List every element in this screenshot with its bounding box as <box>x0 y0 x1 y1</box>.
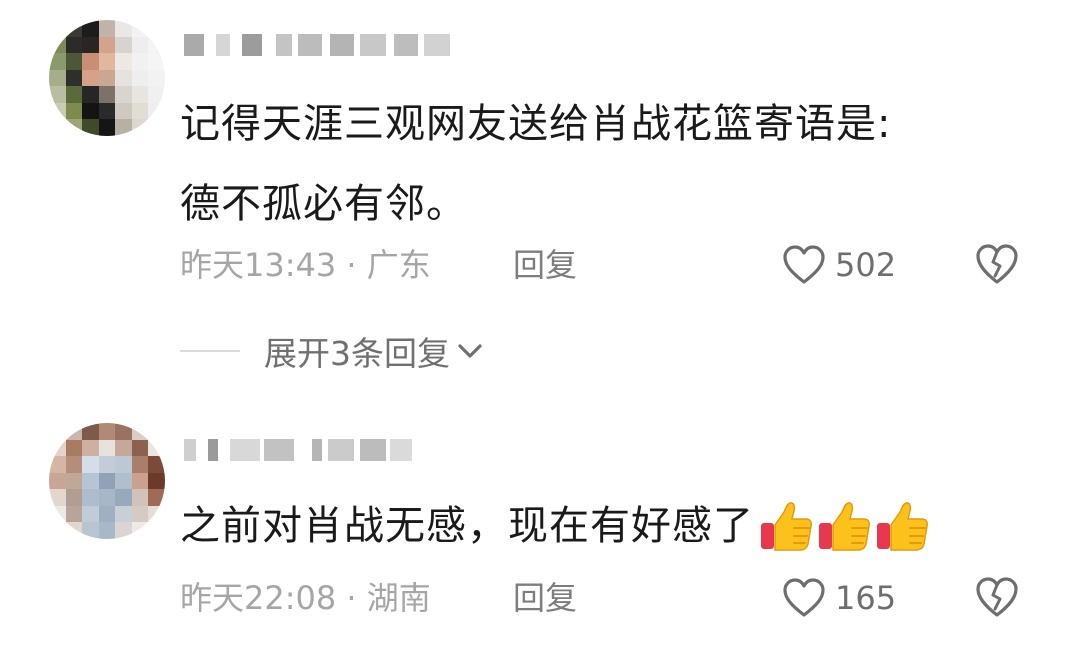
redaction-block <box>276 34 292 56</box>
thumbs-up-emoji <box>819 502 870 551</box>
comment-text: 记得天涯三观网友送给肖战花篮寄语是: 德不孤必有邻。 <box>180 101 892 227</box>
comment-meta: 昨天13:43 · 广东 回复 502 <box>180 240 1040 290</box>
username-redacted[interactable] <box>180 28 460 68</box>
comment-meta: 昨天22:08 · 湖南 回复 165 <box>180 573 1040 623</box>
redaction-block <box>184 439 196 461</box>
redaction-block <box>216 34 230 56</box>
like-button[interactable]: 502 <box>781 240 896 290</box>
avatar-mosaic <box>49 423 165 539</box>
avatar-mosaic <box>49 20 165 136</box>
broken-heart-icon <box>976 577 1018 617</box>
thumbs-up-emoji <box>877 502 928 551</box>
broken-heart-icon <box>976 244 1018 284</box>
chevron-down-icon <box>458 344 482 358</box>
redaction-block <box>390 439 412 461</box>
redaction-block <box>360 34 386 56</box>
redaction-block <box>394 34 418 56</box>
comment-text: 之前对肖战无感，现在有好感了 <box>180 503 754 549</box>
reply-button[interactable]: 回复 <box>513 240 577 290</box>
divider-line <box>180 350 240 352</box>
comment-list: 记得天涯三观网友送给肖战花篮寄语是: 德不孤必有邻。 昨天13:43 · 广东 … <box>0 0 1077 649</box>
comment-item: 之前对肖战无感，现在有好感了 昨天22:08 · 湖南 回复 165 <box>0 400 1077 649</box>
redaction-block <box>328 439 354 461</box>
like-button[interactable]: 165 <box>781 573 896 623</box>
redaction-block <box>330 34 354 56</box>
redaction-block <box>360 439 386 461</box>
expand-replies-label: 展开3条回复 <box>264 334 450 373</box>
redaction-block <box>312 439 322 461</box>
redaction-block <box>208 439 218 461</box>
dislike-button[interactable] <box>974 575 1020 633</box>
reply-button[interactable]: 回复 <box>513 573 577 623</box>
comment-item: 记得天涯三观网友送给肖战花篮寄语是: 德不孤必有邻。 昨天13:43 · 广东 … <box>0 0 1077 400</box>
heart-outline-icon <box>783 245 825 284</box>
heart-outline-icon <box>783 578 825 617</box>
dislike-button[interactable] <box>974 242 1020 300</box>
avatar[interactable] <box>49 20 165 136</box>
thumbs-up-emoji <box>761 502 812 551</box>
like-count: 165 <box>835 579 897 617</box>
redaction-block <box>230 439 260 461</box>
emoji-group <box>758 498 932 554</box>
username-redacted[interactable] <box>180 433 460 473</box>
like-count: 502 <box>835 246 897 284</box>
avatar[interactable] <box>49 423 165 539</box>
timestamp-location: 昨天22:08 · 湖南 <box>180 579 431 617</box>
redaction-block <box>184 34 204 56</box>
timestamp-location: 昨天13:43 · 广东 <box>180 246 431 284</box>
redaction-block <box>242 34 262 56</box>
redaction-block <box>264 439 294 461</box>
redaction-block <box>298 34 322 56</box>
comment-body: 之前对肖战无感，现在有好感了 <box>180 486 1020 566</box>
expand-replies-button[interactable]: 展开3条回复 <box>180 326 484 376</box>
redaction-block <box>424 34 450 56</box>
